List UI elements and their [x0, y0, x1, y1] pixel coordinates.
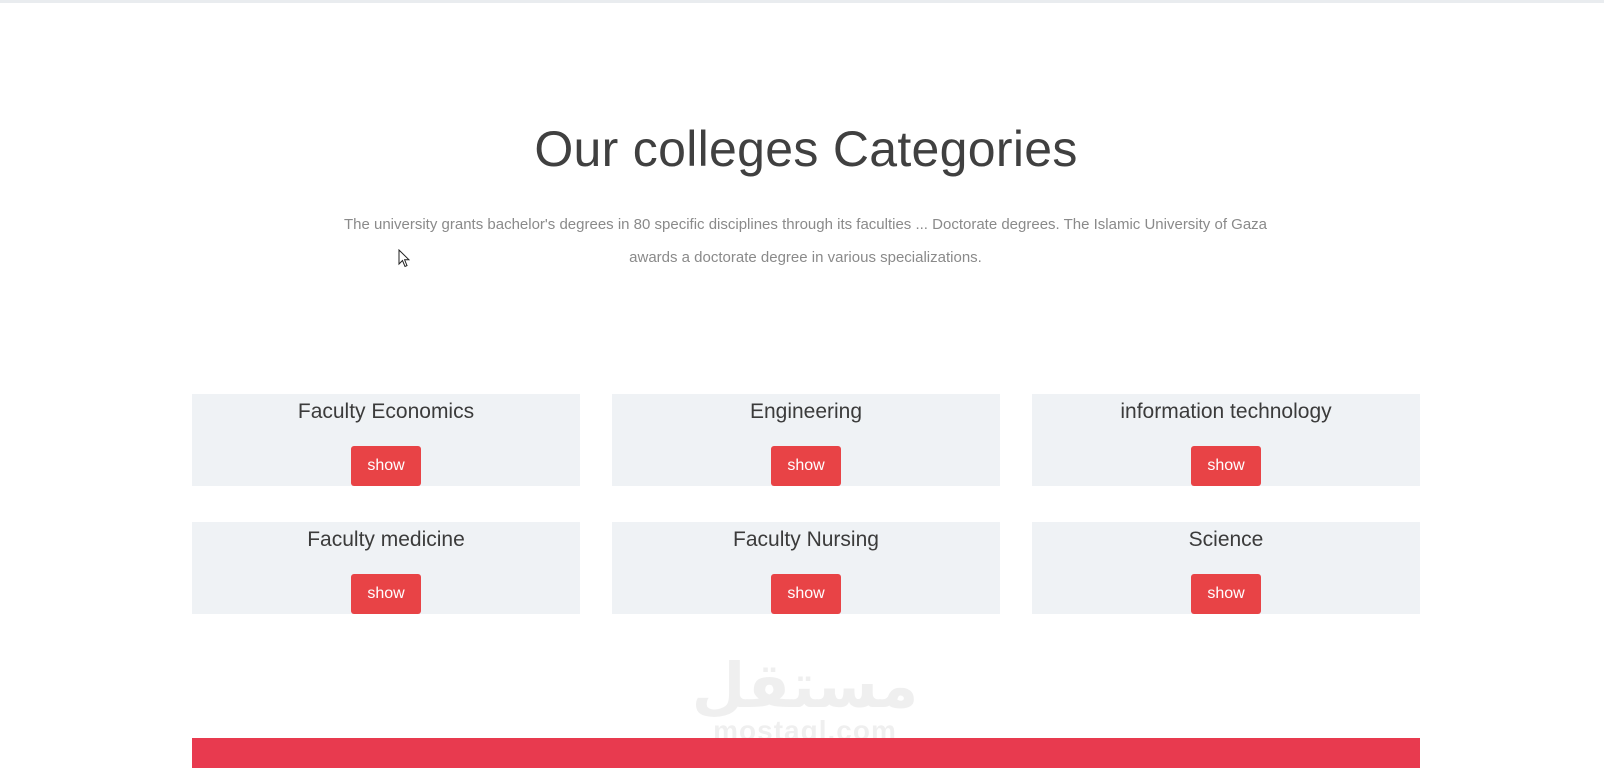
category-title: Faculty Nursing	[733, 528, 879, 551]
category-title: Faculty Economics	[297, 400, 475, 423]
show-economics-button[interactable]: show	[351, 446, 421, 486]
show-medicine-button[interactable]: show	[351, 574, 421, 614]
category-card-engineering: Engineering show	[612, 394, 1000, 486]
colleges-categories-section: Our colleges Categories The university g…	[0, 0, 1604, 768]
category-card-information-technology: information technology show	[1032, 394, 1420, 486]
categories-grid: Faculty Economics show Engineering show …	[192, 394, 1420, 614]
category-card-science: Science show	[1032, 522, 1420, 614]
category-title: information technology	[1120, 400, 1332, 423]
watermark-logo: مستقل	[691, 649, 919, 722]
category-title: Science	[1188, 528, 1264, 551]
mouse-cursor-icon	[398, 249, 410, 268]
section-title: Our colleges Categories	[534, 121, 1078, 177]
category-card-economics: Faculty Economics show	[192, 394, 580, 486]
category-title: Faculty medicine	[307, 528, 465, 551]
show-information-technology-button[interactable]: show	[1191, 446, 1261, 486]
category-title: Engineering	[749, 400, 863, 423]
category-card-medicine: Faculty medicine show	[192, 522, 580, 614]
show-engineering-button[interactable]: show	[771, 446, 841, 486]
section-description: The university grants bachelor's degrees…	[343, 216, 1268, 266]
show-science-button[interactable]: show	[1191, 574, 1261, 614]
footer-banner	[192, 738, 1420, 768]
category-card-nursing: Faculty Nursing show	[612, 522, 1000, 614]
mostaql-watermark: مستقل mostaql.com	[690, 655, 920, 745]
show-nursing-button[interactable]: show	[771, 574, 841, 614]
